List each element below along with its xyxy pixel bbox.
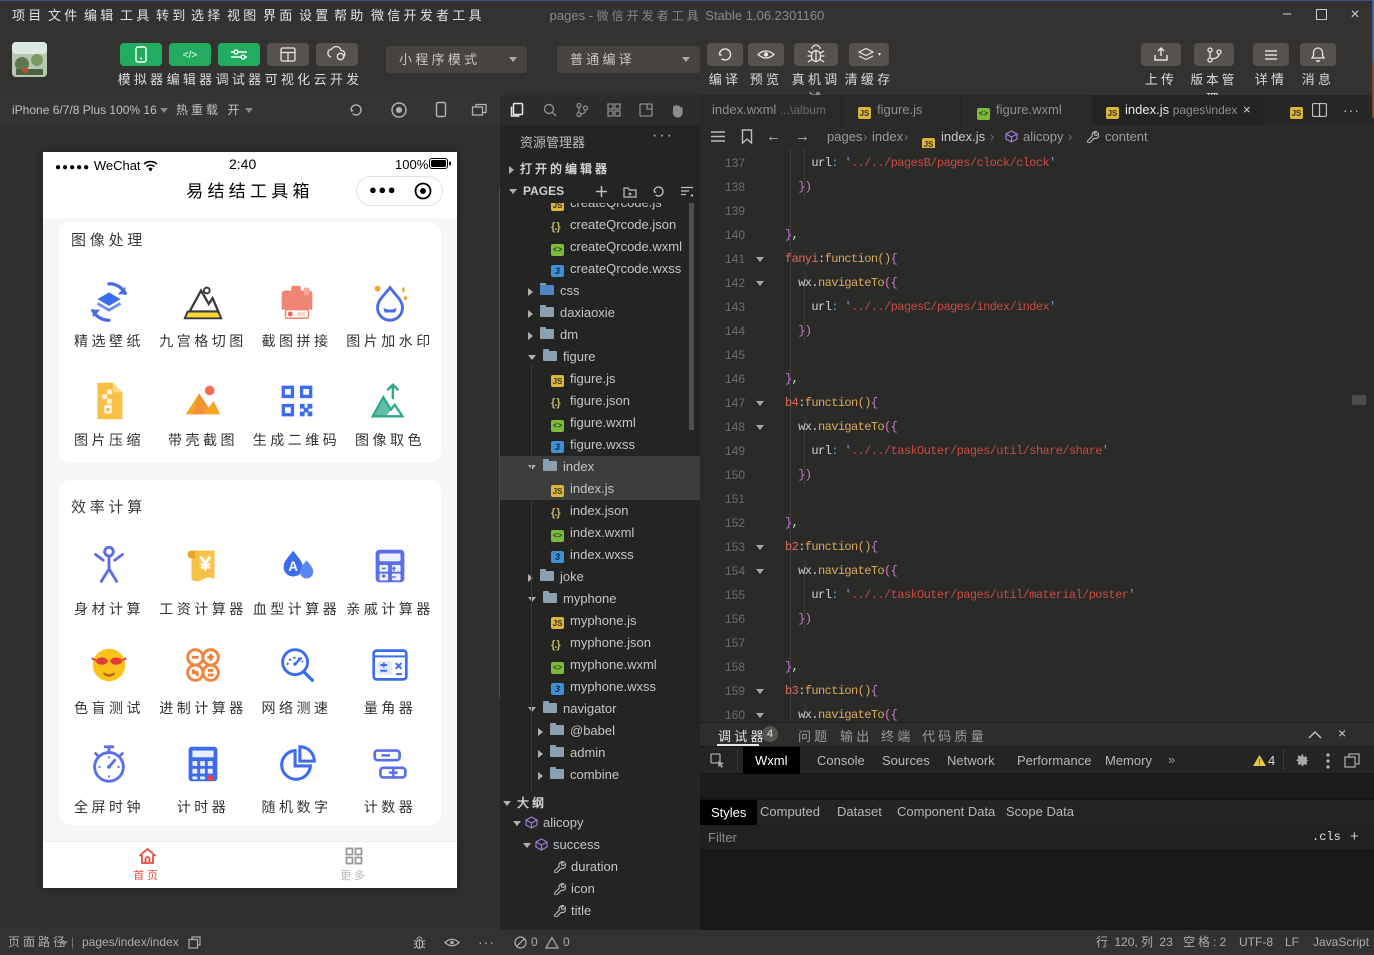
svg-text:A: A bbox=[288, 559, 298, 574]
svg-text:!: ! bbox=[1258, 758, 1260, 767]
svg-text:</>: </> bbox=[183, 50, 198, 61]
